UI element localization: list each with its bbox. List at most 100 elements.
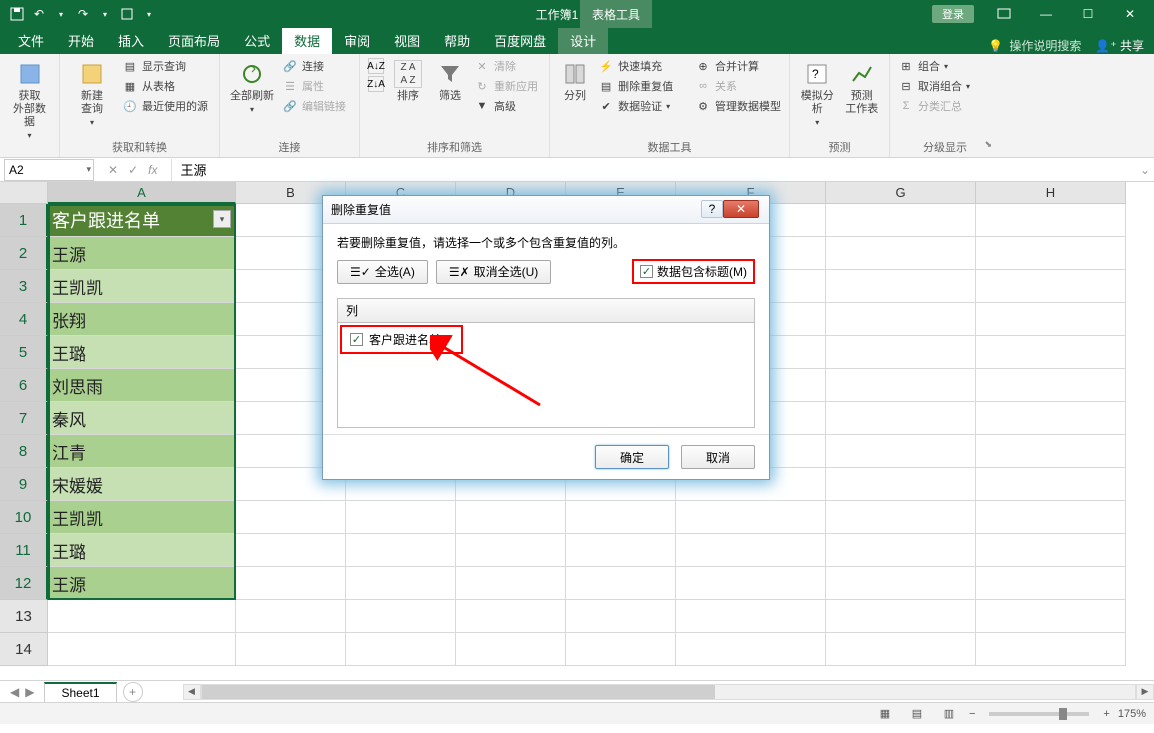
chevron-down-icon[interactable]: ▾ <box>52 5 70 23</box>
zoom-out-icon[interactable]: − <box>969 708 975 720</box>
cell[interactable] <box>456 567 566 600</box>
show-queries-button[interactable]: ▤显示查询 <box>122 58 208 74</box>
scroll-thumb[interactable] <box>202 685 715 699</box>
new-query-button[interactable]: 新建 查询 ▾ <box>68 58 116 129</box>
deselect-all-button[interactable]: ☰✗取消全选(U) <box>436 260 551 284</box>
select-all-corner[interactable] <box>0 182 48 204</box>
maximize-icon[interactable]: ☐ <box>1068 2 1108 26</box>
cell[interactable] <box>826 237 976 270</box>
cell[interactable] <box>976 237 1126 270</box>
page-layout-view-icon[interactable]: ▤ <box>905 705 929 723</box>
cell[interactable]: 刘思雨 <box>48 369 236 402</box>
cell[interactable] <box>976 633 1126 666</box>
cell[interactable] <box>676 534 826 567</box>
cell[interactable] <box>346 600 456 633</box>
cancel-button[interactable]: 取消 <box>681 445 755 469</box>
text-to-columns-button[interactable]: 分列 <box>558 58 592 103</box>
formula-bar[interactable]: 王源 <box>171 159 1136 181</box>
cell[interactable] <box>976 600 1126 633</box>
fx-icon[interactable]: fx <box>148 163 157 177</box>
cell[interactable]: 宋媛媛 <box>48 468 236 501</box>
col-header-H[interactable]: H <box>976 182 1126 204</box>
row-header-10[interactable]: 10 <box>0 501 48 534</box>
ok-button[interactable]: 确定 <box>595 445 669 469</box>
consolidate-button[interactable]: ⊕合并计算 <box>695 58 781 74</box>
cell[interactable] <box>976 567 1126 600</box>
cell[interactable] <box>566 501 676 534</box>
cell[interactable] <box>976 270 1126 303</box>
cell[interactable] <box>566 633 676 666</box>
cell[interactable] <box>826 402 976 435</box>
refresh-all-button[interactable]: 全部刷新 ▾ <box>228 58 276 116</box>
expand-formula-bar-icon[interactable]: ⌄ <box>1136 163 1154 177</box>
row-header-11[interactable]: 11 <box>0 534 48 567</box>
cell[interactable] <box>976 534 1126 567</box>
tab-home[interactable]: 开始 <box>56 27 106 54</box>
scroll-left-icon[interactable]: ◀ <box>183 684 201 700</box>
cell[interactable] <box>346 501 456 534</box>
sheet-next-icon[interactable]: ▶ <box>25 685 34 699</box>
connections-button[interactable]: 🔗连接 <box>282 58 346 74</box>
cell[interactable]: 秦风 <box>48 402 236 435</box>
cancel-formula-icon[interactable]: ✕ <box>108 163 118 177</box>
cell[interactable] <box>566 534 676 567</box>
sheet-tab[interactable]: Sheet1 <box>44 682 116 702</box>
column-checkbox-item[interactable]: ✓ 客户跟进名单 <box>340 325 463 354</box>
forecast-button[interactable]: 预测 工作表 <box>843 58 882 116</box>
row-header-8[interactable]: 8 <box>0 435 48 468</box>
cell[interactable] <box>346 567 456 600</box>
row-header-5[interactable]: 5 <box>0 336 48 369</box>
cell[interactable] <box>236 633 346 666</box>
filter-button[interactable]: 筛选 <box>432 58 468 103</box>
cell[interactable] <box>826 501 976 534</box>
cell[interactable]: 王璐 <box>48 534 236 567</box>
chevron-down-icon[interactable]: ▾ <box>86 164 91 175</box>
name-box[interactable]: A2 ▾ <box>4 159 94 181</box>
row-header-6[interactable]: 6 <box>0 369 48 402</box>
cell[interactable] <box>346 633 456 666</box>
tab-baidu[interactable]: 百度网盘 <box>482 27 558 54</box>
cell[interactable] <box>676 567 826 600</box>
row-header-2[interactable]: 2 <box>0 237 48 270</box>
cell[interactable] <box>676 633 826 666</box>
cell[interactable] <box>676 501 826 534</box>
scroll-track[interactable] <box>201 684 1136 700</box>
ungroup-button[interactable]: ⊟取消组合 ▾ <box>898 78 970 94</box>
cell[interactable] <box>456 633 566 666</box>
cell[interactable] <box>826 336 976 369</box>
cell[interactable]: 王凯凯 <box>48 270 236 303</box>
flash-fill-button[interactable]: ⚡快速填充 <box>598 58 689 74</box>
cell[interactable] <box>976 369 1126 402</box>
advanced-filter-button[interactable]: ▼高级 <box>474 98 538 114</box>
tab-review[interactable]: 审阅 <box>332 27 382 54</box>
touch-mode-icon[interactable] <box>118 5 136 23</box>
group-button[interactable]: ⊞组合 ▾ <box>898 58 970 74</box>
cell[interactable]: 江青 <box>48 435 236 468</box>
cell[interactable] <box>566 600 676 633</box>
cell[interactable] <box>826 369 976 402</box>
cell[interactable]: 王璐 <box>48 336 236 369</box>
sort-desc-icon[interactable]: Z↓A <box>368 76 384 92</box>
row-header-9[interactable]: 9 <box>0 468 48 501</box>
tab-data[interactable]: 数据 <box>282 27 332 54</box>
page-break-view-icon[interactable]: ▥ <box>937 705 961 723</box>
tab-insert[interactable]: 插入 <box>106 27 156 54</box>
cell[interactable] <box>826 270 976 303</box>
cell[interactable] <box>456 501 566 534</box>
cell[interactable] <box>676 600 826 633</box>
scroll-right-icon[interactable]: ▶ <box>1136 684 1154 700</box>
dialog-launcher-icon[interactable]: ⬊ <box>984 139 992 150</box>
cell[interactable] <box>48 600 236 633</box>
close-icon[interactable]: ✕ <box>1110 2 1150 26</box>
col-header-G[interactable]: G <box>826 182 976 204</box>
cell[interactable] <box>826 600 976 633</box>
share-button[interactable]: 👤⁺ 共享 <box>1095 37 1144 54</box>
cell[interactable] <box>976 402 1126 435</box>
cell[interactable] <box>976 204 1126 237</box>
row-header-7[interactable]: 7 <box>0 402 48 435</box>
dialog-help-button[interactable]: ? <box>701 200 723 218</box>
cell[interactable] <box>826 633 976 666</box>
cell[interactable]: 王源 <box>48 237 236 270</box>
from-table-button[interactable]: ▦从表格 <box>122 78 208 94</box>
cell[interactable] <box>346 534 456 567</box>
